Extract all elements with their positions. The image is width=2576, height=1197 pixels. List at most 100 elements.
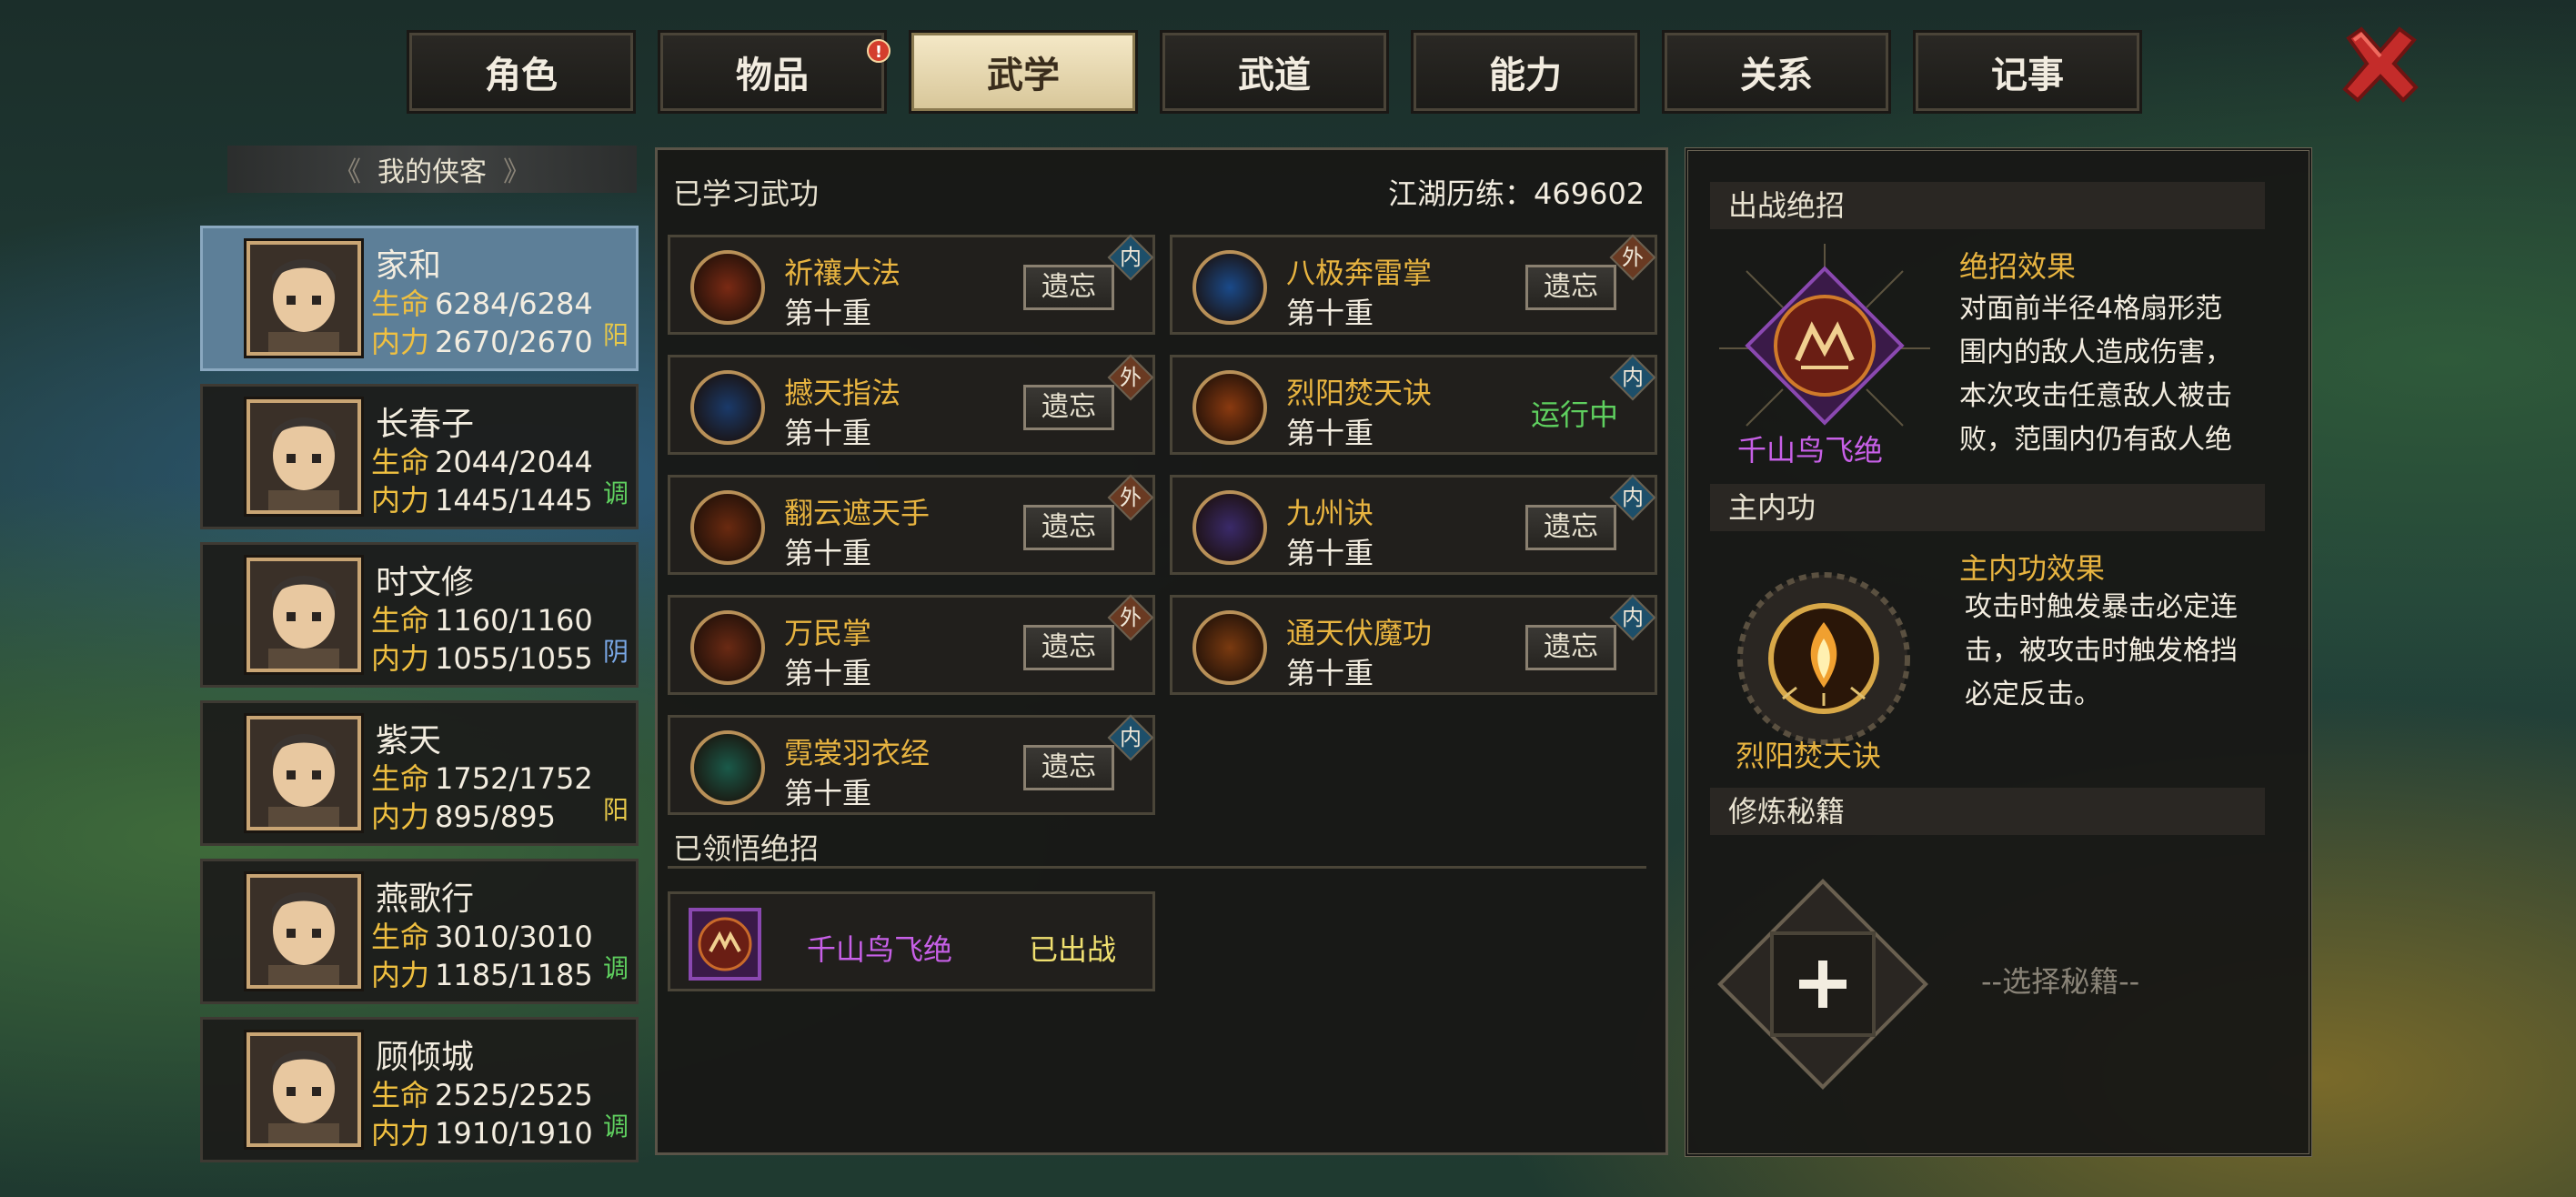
character-name: 顾倾城	[376, 1039, 475, 1076]
skill-type-label: 外	[1120, 365, 1142, 390]
hp-line: 生命 1160/1160	[371, 598, 593, 639]
tab-label: 关系	[1740, 55, 1813, 96]
battle-effect-text: 对面前半径4格扇形范 围内的敌人造成伤害， 本次攻击任意敌人被击 败，范围内仍有…	[1959, 287, 2287, 466]
tab-relations[interactable]: 关系	[1662, 30, 1891, 114]
mp-label: 内力	[371, 800, 430, 834]
effect-line: 攻击时触发暴击必定连	[1965, 591, 2238, 623]
hp-value: 1752/1752	[435, 761, 593, 796]
skill-icon	[690, 370, 765, 445]
skill-icon	[690, 250, 765, 325]
affinity-tag: 调	[602, 1112, 629, 1142]
skill-icon	[690, 610, 765, 685]
skill-icon	[1192, 610, 1267, 685]
skill-icon	[690, 490, 765, 565]
character-name: 家和	[376, 247, 442, 285]
inner-skill-name: 烈阳焚天诀	[1736, 739, 1882, 773]
forget-button[interactable]: 遗忘	[1525, 265, 1616, 310]
skill-card[interactable]: 八极奔雷掌 第十重 遗忘外	[1170, 234, 1657, 335]
skill-level: 第十重	[1286, 416, 1374, 450]
hp-line: 生命 2044/2044	[371, 439, 593, 481]
tab-martial-arts[interactable]: 武学	[909, 30, 1138, 114]
skill-card[interactable]: 通天伏魔功 第十重 遗忘内	[1170, 594, 1657, 695]
skill-card[interactable]: 万民掌 第十重 遗忘外	[668, 594, 1155, 695]
skill-level: 第十重	[784, 296, 872, 330]
mp-line: 内力 2670/2670	[371, 319, 593, 361]
character-card[interactable]: 长春子 生命 2044/2044 内力 1445/1445 调	[200, 384, 639, 529]
hp-label: 生命	[371, 287, 430, 321]
mp-line: 内力 895/895	[371, 794, 556, 836]
skill-icon	[1192, 250, 1267, 325]
character-card[interactable]: 家和 生命 6284/6284 内力 2670/2670 阳	[200, 226, 639, 371]
hp-line: 生命 3010/3010	[371, 914, 593, 956]
character-card[interactable]: 紫天 生命 1752/1752 内力 895/895 阳	[200, 700, 639, 846]
forget-button[interactable]: 遗忘	[1023, 625, 1114, 670]
tab-items[interactable]: 物品!	[658, 30, 891, 114]
skill-level: 第十重	[784, 776, 872, 810]
skill-card[interactable]: 撼天指法 第十重 遗忘外	[668, 354, 1155, 455]
hp-line: 生命 6284/6284	[371, 281, 593, 323]
skill-level: 第十重	[784, 416, 872, 450]
affinity-tag: 阳	[602, 795, 629, 825]
tab-label: 能力	[1489, 55, 1562, 96]
tab-label: 角色	[485, 55, 558, 96]
avatar	[244, 713, 364, 833]
inner-effect-title: 主内功效果	[1959, 551, 2106, 586]
skill-type-badge: 内	[1107, 714, 1154, 761]
character-name: 燕歌行	[376, 880, 475, 918]
skill-icon	[1192, 490, 1267, 565]
tab-journal[interactable]: 记事	[1913, 30, 2142, 114]
mp-label: 内力	[371, 325, 430, 359]
character-card[interactable]: 时文修 生命 1160/1160 内力 1055/1055 阴	[200, 542, 639, 688]
mp-label: 内力	[371, 641, 430, 676]
avatar	[244, 555, 364, 675]
tab-label: 武道	[1238, 55, 1311, 96]
ultimate-skill-icon	[689, 908, 761, 981]
effect-line: 对面前半径4格扇形范	[1959, 293, 2223, 325]
skill-card[interactable]: 烈阳焚天诀 第十重 运行中内	[1170, 354, 1657, 455]
tab-label: 物品	[736, 55, 809, 96]
manual-header: 修炼秘籍	[1710, 788, 2265, 835]
add-manual-button[interactable]	[1716, 877, 1930, 1091]
mp-value: 1185/1185	[435, 958, 593, 992]
skill-type-label: 内	[1120, 245, 1142, 270]
skill-card[interactable]: 九州诀第十重 遗忘内	[1170, 474, 1657, 575]
tab-martial-way[interactable]: 武道	[1160, 30, 1389, 114]
skill-level: 第十重	[1286, 536, 1374, 570]
affinity-tag: 阴	[602, 637, 629, 667]
skill-type-label: 内	[1622, 485, 1644, 510]
forget-button[interactable]: 遗忘	[1525, 625, 1616, 670]
top-tab-bar: 角色 物品! 武学 武道 能力 关系 记事	[407, 30, 2142, 114]
forget-button[interactable]: 遗忘	[1023, 505, 1114, 550]
forget-button[interactable]: 遗忘	[1023, 745, 1114, 790]
skill-card[interactable]: 祈禳大法 第十重 遗忘内	[668, 234, 1155, 335]
skill-type-badge: 外	[1107, 354, 1154, 401]
forget-button[interactable]: 遗忘	[1023, 265, 1114, 310]
skill-type-label: 外	[1120, 605, 1142, 630]
inner-skill-icon[interactable]	[1710, 551, 1937, 751]
skill-name: 霓裳羽衣经	[784, 736, 931, 770]
character-card[interactable]: 燕歌行 生命 3010/3010 内力 1185/1185 调	[200, 859, 639, 1004]
battle-ultimate-name: 千山鸟飞绝	[1737, 433, 1884, 468]
forget-button[interactable]: 遗忘	[1023, 385, 1114, 430]
close-icon[interactable]	[2338, 22, 2423, 107]
skill-icon	[1192, 370, 1267, 445]
skill-name: 九州诀	[1286, 496, 1374, 530]
hp-line: 生命 1752/1752	[371, 756, 593, 798]
tab-role[interactable]: 角色	[407, 30, 636, 114]
character-card[interactable]: 顾倾城 生命 2525/2525 内力 1910/1910 调	[200, 1017, 639, 1162]
skill-card[interactable]: 翻云遮天手 第十重 遗忘外	[668, 474, 1155, 575]
ultimate-item[interactable]: 千山鸟飞绝 已出战	[668, 891, 1155, 991]
forget-button[interactable]: 遗忘	[1525, 505, 1616, 550]
sidebar-header: 《 我的侠客 》	[227, 146, 637, 193]
notification-badge: !	[867, 39, 891, 63]
mp-value: 1055/1055	[435, 641, 593, 676]
hp-label: 生命	[371, 603, 430, 638]
skill-type-label: 内	[1622, 365, 1644, 390]
skill-card[interactable]: 霓裳羽衣经第十重 遗忘内	[668, 714, 1155, 815]
hp-label: 生命	[371, 1078, 430, 1112]
battle-ultimate-icon[interactable]	[1710, 235, 1939, 444]
skill-type-badge: 外	[1107, 474, 1154, 521]
hp-value: 3010/3010	[435, 920, 593, 954]
tab-ability[interactable]: 能力	[1411, 30, 1640, 114]
avatar	[244, 1030, 364, 1150]
